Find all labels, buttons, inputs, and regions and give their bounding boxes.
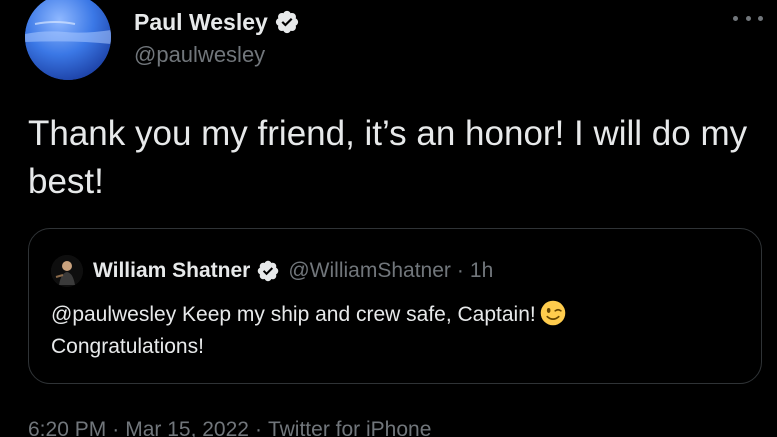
quoted-tweet[interactable]: William Shatner @WilliamShatner · 1h @pa…	[28, 228, 762, 384]
avatar-image	[25, 0, 111, 80]
tweet-card: Paul Wesley @paulwesley Thank you my fri…	[0, 0, 777, 437]
verified-badge-icon	[275, 10, 298, 34]
quoted-text-line1: @paulwesley Keep my ship and crew safe, …	[51, 303, 536, 326]
author-name[interactable]: Paul Wesley	[134, 9, 268, 36]
quoted-tweet-text: @paulwesley Keep my ship and crew safe, …	[51, 299, 751, 363]
quoted-author-handle[interactable]: @WilliamShatner	[288, 259, 451, 283]
tweet-time[interactable]: 6:20 PM	[28, 418, 106, 437]
author-line: Paul Wesley	[134, 4, 300, 40]
more-dot-icon	[745, 15, 751, 21]
author-avatar[interactable]	[25, 0, 111, 80]
verified-badge-icon	[258, 260, 279, 282]
more-options-button[interactable]	[733, 8, 763, 28]
more-dot-icon	[733, 15, 738, 21]
separator-dot: ·	[254, 418, 262, 437]
separator-dot: ·	[112, 418, 120, 437]
tweet-source[interactable]: Twitter for iPhone	[268, 418, 431, 437]
separator-dot: ·	[456, 259, 464, 282]
more-dot-icon	[758, 15, 763, 21]
quoted-avatar-image	[51, 255, 83, 287]
author-handle[interactable]: @paulwesley	[134, 42, 265, 68]
quoted-text-line2: Congratulations!	[51, 335, 204, 358]
quoted-tweet-header: William Shatner @WilliamShatner · 1h	[51, 251, 493, 291]
tweet-meta: 6:20 PM · Mar 15, 2022 · Twitter for iPhone	[28, 418, 431, 437]
quoted-author-avatar	[51, 255, 83, 287]
quoted-author-name[interactable]: William Shatner	[93, 259, 250, 283]
tweet-date[interactable]: Mar 15, 2022	[125, 418, 249, 437]
tweet-text: Thank you my friend, it’s an honor! I wi…	[28, 114, 748, 201]
winking-face-emoji-icon	[540, 300, 566, 326]
quoted-timestamp[interactable]: 1h	[470, 259, 493, 283]
